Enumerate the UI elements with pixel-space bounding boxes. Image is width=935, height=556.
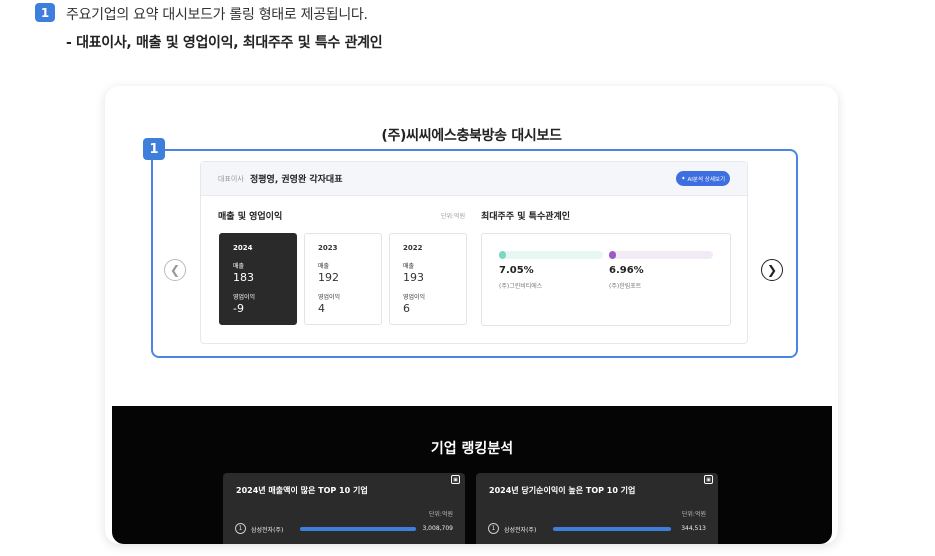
intro-text: 주요기업의 요약 대시보드가 롤링 형태로 제공됩니다. bbox=[66, 7, 368, 23]
ai-detail-label: AI분석 상세보기 bbox=[687, 176, 726, 183]
rank-company: 삼성전자(주) bbox=[504, 527, 537, 534]
op-value: 6 bbox=[403, 302, 410, 315]
ranking-unit: 단위:억원 bbox=[681, 511, 706, 518]
dashboard-card: (주)씨씨에스충북방송 대시보드 1 ❮ ❯ 대표이사 정평영, 권영완 각자대… bbox=[105, 86, 838, 544]
company-dashboard: 대표이사 정평영, 권영완 각자대표 ✦ AI분석 상세보기 매출 및 영업이익… bbox=[200, 161, 748, 344]
prev-button[interactable]: ❮ bbox=[164, 259, 186, 281]
holder-bar-2 bbox=[609, 251, 713, 259]
op-label: 영업이익 bbox=[318, 294, 341, 301]
dashboard-title: (주)씨씨에스충북방송 대시보드 bbox=[381, 128, 562, 144]
rank-number: 1 bbox=[235, 523, 246, 534]
op-value: 4 bbox=[318, 302, 325, 315]
year-card-2023[interactable]: 2023 매출 192 영업이익 4 bbox=[304, 233, 382, 325]
ranking-card-profit: 2024년 당기순이익이 높은 TOP 10 기업 ▣ 단위:억원 1 삼성전자… bbox=[476, 473, 718, 544]
year-card-2024[interactable]: 2024 매출 183 영업이익 -9 bbox=[219, 233, 297, 325]
highlight-badge: 1 bbox=[143, 138, 165, 160]
ceo-name: 정평영, 권영완 각자대표 bbox=[250, 175, 343, 185]
chevron-right-icon: ❯ bbox=[766, 263, 778, 277]
year-card-2022[interactable]: 2022 매출 193 영업이익 6 bbox=[389, 233, 467, 325]
sales-label: 매출 bbox=[318, 263, 330, 270]
page: 1 주요기업의 요약 대시보드가 롤링 형태로 제공됩니다. - 대표이사, 매… bbox=[0, 0, 935, 556]
sales-value: 193 bbox=[403, 271, 424, 284]
holders-title: 최대주주 및 특수관계인 bbox=[481, 212, 571, 222]
year-label: 2023 bbox=[318, 244, 338, 252]
op-label: 영업이익 bbox=[233, 294, 256, 301]
ranking-card-title: 2024년 당기순이익이 높은 TOP 10 기업 bbox=[489, 486, 636, 495]
op-label: 영업이익 bbox=[403, 294, 426, 301]
rank-value: 344,513 bbox=[681, 525, 706, 532]
ranking-title: 기업 랭킹분석 bbox=[430, 441, 514, 457]
holder-bar-1 bbox=[499, 251, 603, 259]
sales-label: 매출 bbox=[233, 263, 245, 270]
year-label: 2024 bbox=[233, 244, 253, 252]
rank-bar bbox=[553, 527, 671, 531]
rank-company: 삼성전자(주) bbox=[251, 527, 284, 534]
ranking-card-sales: 2024년 매출액이 많은 TOP 10 기업 ▣ 단위:억원 1 삼성전자(주… bbox=[223, 473, 465, 544]
sales-value: 192 bbox=[318, 271, 339, 284]
ranking-unit: 단위:억원 bbox=[428, 511, 453, 518]
ranking-card-title: 2024년 매출액이 많은 TOP 10 기업 bbox=[236, 486, 368, 495]
holder-name-2: (주)한림포트 bbox=[609, 283, 642, 290]
year-label: 2022 bbox=[403, 244, 423, 252]
sparkle-icon: ✦ bbox=[680, 175, 686, 182]
rank-bar bbox=[300, 527, 416, 531]
holder-bar-fill-1 bbox=[499, 251, 506, 259]
holder-pct-1: 7.05% bbox=[499, 265, 534, 276]
holder-name-1: (주)그린비티에스 bbox=[499, 283, 543, 290]
ceo-label: 대표이사 bbox=[218, 175, 244, 183]
sales-unit: 단위:억원 bbox=[441, 213, 466, 220]
sales-title: 매출 및 영업이익 bbox=[218, 212, 283, 222]
ceo-header: 대표이사 정평영, 권영완 각자대표 ✦ AI분석 상세보기 bbox=[201, 162, 747, 196]
chevron-left-icon: ❮ bbox=[169, 263, 181, 277]
holder-pct-2: 6.96% bbox=[609, 265, 644, 276]
rank-number: 1 bbox=[488, 523, 499, 534]
ai-detail-button[interactable]: ✦ AI분석 상세보기 bbox=[676, 171, 730, 186]
op-value: -9 bbox=[233, 302, 244, 315]
expand-icon[interactable]: ▣ bbox=[451, 475, 460, 484]
ranking-section: 기업 랭킹분석 2024년 매출액이 많은 TOP 10 기업 ▣ 단위:억원 … bbox=[112, 406, 832, 544]
sales-value: 183 bbox=[233, 271, 254, 284]
intro-subtitle: - 대표이사, 매출 및 영업이익, 최대주주 및 특수 관계인 bbox=[66, 35, 383, 51]
step-badge: 1 bbox=[35, 3, 55, 22]
expand-icon[interactable]: ▣ bbox=[704, 475, 713, 484]
next-button[interactable]: ❯ bbox=[761, 259, 783, 281]
holder-bar-fill-2 bbox=[609, 251, 616, 259]
holders-box: 7.05% (주)그린비티에스 6.96% (주)한림포트 bbox=[481, 233, 731, 326]
rank-value: 3,008,709 bbox=[422, 525, 453, 532]
sales-label: 매출 bbox=[403, 263, 415, 270]
